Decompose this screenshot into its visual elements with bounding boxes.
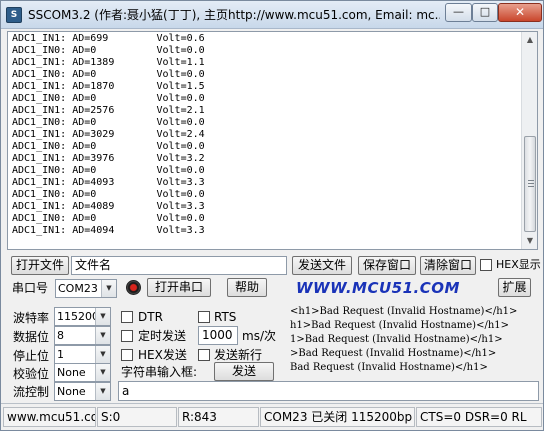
chevron-down-icon: ▼ bbox=[95, 308, 110, 325]
scroll-up-icon[interactable]: ▲ bbox=[522, 32, 538, 48]
receive-line: ADC1_IN1: AD=3029 Volt=2.4 bbox=[12, 129, 205, 140]
send-file-button[interactable]: 发送文件 bbox=[292, 256, 352, 275]
title-bar[interactable]: S SSCOM3.2 (作者:聂小猛(丁丁), 主页http://www.mcu… bbox=[1, 1, 543, 29]
send-history-line: Bad Request (Invalid Hostname)</h1> bbox=[290, 362, 488, 373]
data-bits-select[interactable]: 8 ▼ bbox=[54, 326, 111, 345]
stop-bits-select-value: 1 bbox=[57, 348, 64, 361]
timed-send-label: 定时发送 bbox=[138, 329, 187, 343]
interval-unit-label: ms/次 bbox=[242, 329, 276, 343]
rts-label: RTS bbox=[214, 310, 237, 324]
receive-line: ADC1_IN0: AD=0 Volt=0.0 bbox=[12, 69, 205, 80]
receive-line: ADC1_IN0: AD=0 Volt=0.0 bbox=[12, 45, 205, 56]
send-history-text: <h1>Bad Request (Invalid Hostname)</h1> h… bbox=[287, 305, 539, 375]
receive-line: ADC1_IN0: AD=0 Volt=0.0 bbox=[12, 189, 205, 200]
clear-window-button[interactable]: 清除窗口 bbox=[420, 256, 476, 275]
filename-field[interactable]: 文件名 bbox=[71, 256, 287, 275]
website-brand-link[interactable]: WWW.MCU51.COM bbox=[296, 279, 476, 297]
maximize-button[interactable]: □ bbox=[472, 3, 498, 22]
receive-line: ADC1_IN1: AD=3976 Volt=3.2 bbox=[12, 153, 205, 164]
receive-line: ADC1_IN1: AD=2576 Volt=2.1 bbox=[12, 105, 205, 116]
send-history-line: <h1>Bad Request (Invalid Hostname)</h1> bbox=[290, 306, 518, 317]
hex-display-checkbox[interactable] bbox=[480, 259, 492, 271]
parity-select[interactable]: None ▼ bbox=[54, 363, 111, 382]
port-select-value: COM23 bbox=[58, 282, 98, 295]
receive-line: ADC1_IN0: AD=0 Volt=0.0 bbox=[12, 93, 205, 104]
port-label: 串口号 bbox=[12, 281, 49, 295]
receive-line: ADC1_IN1: AD=4094 Volt=3.3 bbox=[12, 225, 205, 236]
status-sent-count: S:0 bbox=[97, 407, 177, 427]
send-newline-label: 发送新行 bbox=[214, 348, 263, 362]
send-history-line: 1>Bad Request (Invalid Hostname)</h1> bbox=[290, 334, 503, 345]
interval-input[interactable]: 1000 bbox=[198, 326, 238, 345]
stop-bits-label: 停止位 bbox=[13, 349, 50, 363]
receive-line: ADC1_IN1: AD=4089 Volt=3.3 bbox=[12, 201, 205, 212]
window-title: SSCOM3.2 (作者:聂小猛(丁丁), 主页http://www.mcu51… bbox=[28, 8, 440, 22]
close-button[interactable]: ✕ bbox=[498, 3, 542, 22]
receive-text: ADC1_IN1: AD=699 Volt=0.6 ADC1_IN0: AD=0 … bbox=[12, 33, 520, 237]
grip-line bbox=[528, 180, 534, 181]
hex-send-label: HEX发送 bbox=[138, 348, 187, 362]
send-newline-checkbox[interactable] bbox=[198, 349, 210, 361]
status-received-count: R:843 bbox=[178, 407, 259, 427]
scroll-down-icon[interactable]: ▼ bbox=[522, 233, 538, 249]
receive-line: ADC1_IN0: AD=0 Volt=0.0 bbox=[12, 141, 205, 152]
receive-line: ADC1_IN0: AD=0 Volt=0.0 bbox=[12, 213, 205, 224]
baud-label: 波特率 bbox=[13, 311, 50, 325]
expand-button[interactable]: 扩展 bbox=[498, 278, 531, 297]
send-input[interactable]: a bbox=[118, 381, 539, 401]
receive-line: ADC1_IN1: AD=699 Volt=0.6 bbox=[12, 33, 205, 44]
receive-line: ADC1_IN1: AD=1870 Volt=1.5 bbox=[12, 81, 205, 92]
status-port-state: COM23 已关闭 115200bp bbox=[260, 407, 415, 427]
grip-line bbox=[528, 186, 534, 187]
send-history-line: >Bad Request (Invalid Hostname)</h1> bbox=[290, 348, 497, 359]
receive-line: ADC1_IN1: AD=4093 Volt=3.3 bbox=[12, 177, 205, 188]
rts-checkbox[interactable] bbox=[198, 311, 210, 323]
data-bits-label: 数据位 bbox=[13, 330, 50, 344]
port-select[interactable]: COM23 ▼ bbox=[55, 279, 117, 298]
timed-send-checkbox[interactable] bbox=[121, 330, 133, 342]
stop-bits-select[interactable]: 1 ▼ bbox=[54, 345, 111, 364]
save-window-button[interactable]: 保存窗口 bbox=[358, 256, 416, 275]
receive-line: ADC1_IN1: AD=1389 Volt=1.1 bbox=[12, 57, 205, 68]
flow-control-select[interactable]: None ▼ bbox=[54, 382, 111, 401]
send-history-line: h1>Bad Request (Invalid Hostname)</h1> bbox=[290, 320, 510, 331]
chevron-down-icon: ▼ bbox=[101, 280, 116, 297]
app-icon: S bbox=[6, 7, 22, 23]
open-file-button[interactable]: 打开文件 bbox=[11, 256, 69, 275]
open-port-button[interactable]: 打开串口 bbox=[147, 278, 211, 297]
dtr-checkbox[interactable] bbox=[121, 311, 133, 323]
grip-line bbox=[528, 183, 534, 184]
status-bar: www.mcu51.cor S:0 R:843 COM23 已关闭 115200… bbox=[1, 403, 543, 430]
receive-scrollbar[interactable]: ▲ ▼ bbox=[521, 32, 537, 249]
parity-select-value: None bbox=[57, 366, 86, 379]
hex-display-label: HEX显示 bbox=[496, 258, 541, 271]
flow-control-label: 流控制 bbox=[13, 385, 50, 399]
receive-line: ADC1_IN0: AD=0 Volt=0.0 bbox=[12, 165, 205, 176]
hex-send-checkbox[interactable] bbox=[121, 349, 133, 361]
status-website: www.mcu51.cor bbox=[3, 407, 96, 427]
receive-area[interactable]: ADC1_IN1: AD=699 Volt=0.6 ADC1_IN0: AD=0 … bbox=[7, 31, 538, 250]
chevron-down-icon: ▼ bbox=[95, 364, 110, 381]
help-button[interactable]: 帮助 bbox=[227, 278, 267, 297]
scroll-thumb[interactable] bbox=[524, 136, 536, 232]
send-history-lines: <h1>Bad Request (Invalid Hostname)</h1> h… bbox=[290, 305, 517, 375]
parity-label: 校验位 bbox=[13, 367, 50, 381]
status-signals: CTS=0 DSR=0 RL bbox=[416, 407, 542, 427]
baud-select-value: 115200 bbox=[57, 310, 99, 323]
flow-control-select-value: None bbox=[57, 385, 86, 398]
receive-line: ADC1_IN0: AD=0 Volt=0.0 bbox=[12, 117, 205, 128]
baud-select[interactable]: 115200 ▼ bbox=[54, 307, 111, 326]
port-status-indicator-icon bbox=[126, 280, 141, 295]
dtr-label: DTR bbox=[138, 310, 163, 324]
minimize-button[interactable]: — bbox=[445, 3, 472, 22]
string-input-label: 字符串输入框: bbox=[121, 365, 198, 379]
data-bits-select-value: 8 bbox=[57, 329, 64, 342]
main-window: S SSCOM3.2 (作者:聂小猛(丁丁), 主页http://www.mcu… bbox=[0, 0, 544, 431]
send-button[interactable]: 发送 bbox=[214, 362, 274, 381]
chevron-down-icon: ▼ bbox=[95, 327, 110, 344]
chevron-down-icon: ▼ bbox=[95, 346, 110, 363]
chevron-down-icon: ▼ bbox=[95, 383, 110, 400]
